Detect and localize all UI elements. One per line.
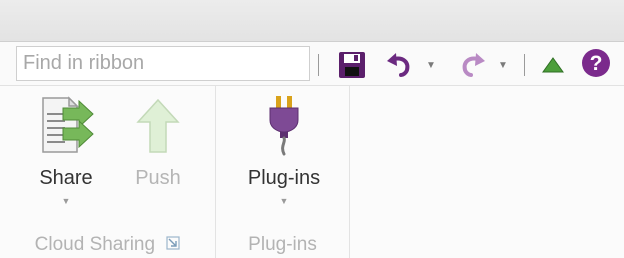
chevron-down-icon: ▼ <box>61 196 71 206</box>
undo-icon <box>387 53 410 77</box>
redo-button[interactable] <box>458 50 488 80</box>
plug-ins-button-label: Plug-ins <box>247 167 321 189</box>
save-icon <box>339 52 365 78</box>
svg-text:?: ? <box>590 52 603 75</box>
push-arrow-icon <box>136 98 180 153</box>
share-icon <box>42 96 94 153</box>
toolbar-divider <box>318 54 319 76</box>
share-button[interactable]: Share ▼ <box>30 94 102 206</box>
undo-dropdown-icon[interactable]: ▼ <box>426 60 436 71</box>
help-button[interactable]: ? <box>580 47 612 79</box>
group-title: Cloud Sharing <box>34 234 156 255</box>
group-label-plug-ins: Plug-ins <box>216 234 349 256</box>
group-plug-ins: Plug-ins ▼ Plug-ins <box>216 86 350 258</box>
quick-access-toolbar: ▼ ▼ ? <box>0 42 624 86</box>
redo-icon <box>462 53 485 77</box>
save-button[interactable] <box>336 49 368 81</box>
collapse-ribbon-button[interactable] <box>540 54 566 76</box>
window-titlebar <box>0 0 624 42</box>
undo-button[interactable] <box>384 50 414 80</box>
ribbon: Share ▼ Push Cloud Sharing Plug-ins ▼ Pl… <box>0 86 624 258</box>
dialog-launcher-icon[interactable] <box>166 234 180 256</box>
group-cloud-sharing: Share ▼ Push Cloud Sharing <box>0 86 216 258</box>
share-button-label: Share <box>39 167 93 189</box>
group-title: Plug-ins <box>248 234 317 255</box>
toolbar-divider <box>524 54 525 76</box>
chevron-down-icon: ▼ <box>279 196 289 206</box>
redo-dropdown-icon[interactable]: ▼ <box>498 60 508 71</box>
push-button[interactable]: Push <box>126 94 190 190</box>
plug-icon <box>269 96 299 156</box>
group-label-cloud-sharing: Cloud Sharing <box>0 234 215 256</box>
plug-ins-button[interactable]: Plug-ins ▼ <box>234 94 334 206</box>
ribbon-search-input[interactable] <box>16 46 310 81</box>
push-button-label: Push <box>135 167 181 189</box>
help-icon: ? <box>582 49 610 77</box>
triangle-up-icon <box>542 57 564 73</box>
